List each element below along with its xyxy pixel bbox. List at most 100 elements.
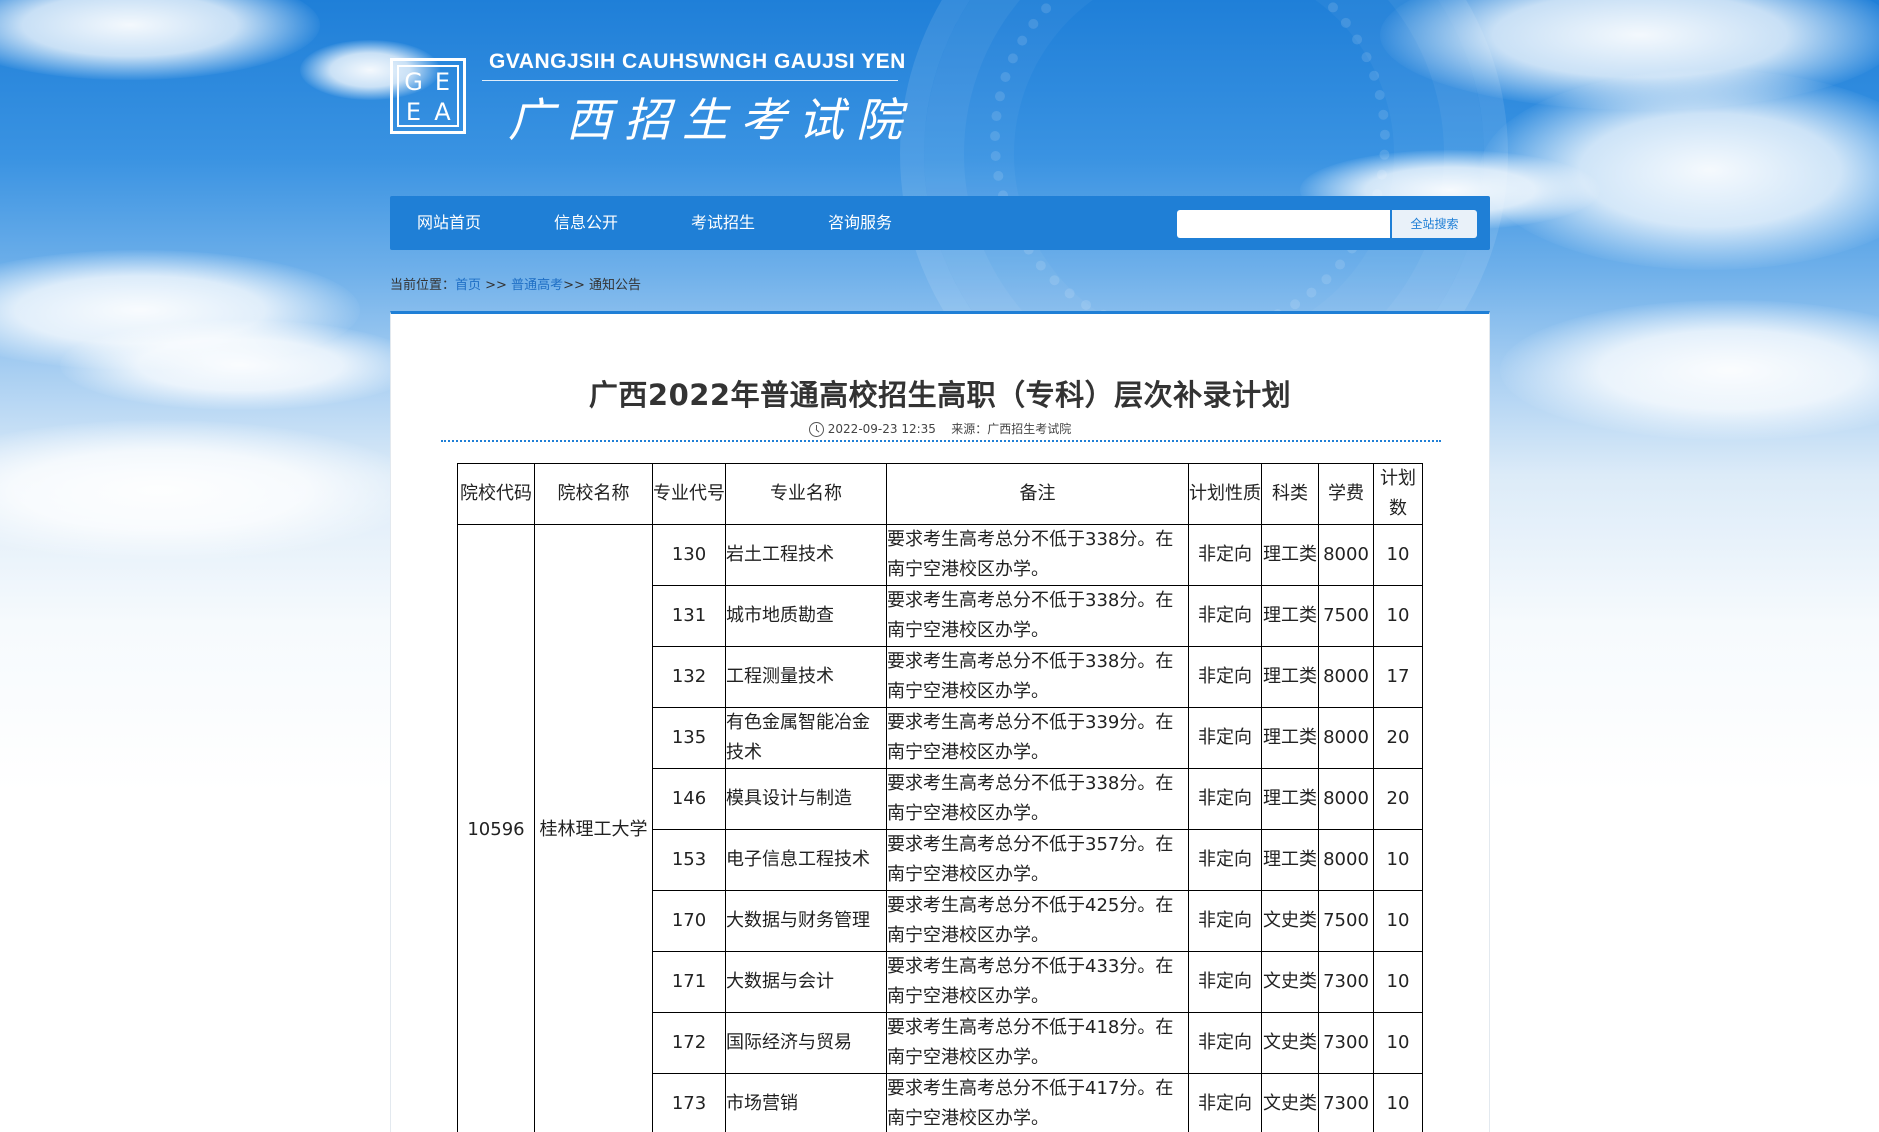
tuition-cell: 8000 bbox=[1318, 707, 1374, 769]
header-major-code: 专业代号 bbox=[652, 463, 726, 525]
article-title: 广西2022年普通高校招生高职（专科）层次补录计划 bbox=[588, 378, 1292, 412]
major-code-cell: 172 bbox=[652, 1012, 726, 1074]
category-cell: 理工类 bbox=[1261, 768, 1319, 830]
breadcrumb-separator: >> bbox=[481, 278, 512, 293]
tuition-cell: 7500 bbox=[1318, 890, 1374, 952]
major-code-cell: 173 bbox=[652, 1073, 726, 1132]
plan-count-cell: 20 bbox=[1373, 707, 1423, 769]
header-school-code: 院校代码 bbox=[457, 463, 535, 525]
school-name-cell: 桂林理工大学 bbox=[534, 524, 653, 1132]
category-cell: 理工类 bbox=[1261, 585, 1319, 647]
breadcrumb-home-link[interactable]: 首页 bbox=[455, 278, 481, 293]
school-code-cell: 10596 bbox=[457, 524, 535, 1132]
article-panel: 广西2022年普通高校招生高职（专科）层次补录计划 2022-09-23 12:… bbox=[390, 311, 1490, 1132]
major-name-cell: 有色金属智能冶金技术 bbox=[725, 707, 887, 769]
article-source: 来源：广西招生考试院 bbox=[951, 422, 1072, 436]
plan-nature-cell: 非定向 bbox=[1188, 646, 1262, 708]
major-code-cell: 135 bbox=[652, 707, 726, 769]
nav-info-disclosure[interactable]: 信息公开 bbox=[554, 196, 618, 250]
breadcrumb-prefix: 当前位置： bbox=[390, 278, 456, 293]
nav-consulting[interactable]: 咨询服务 bbox=[828, 196, 892, 250]
plan-count-cell: 10 bbox=[1373, 524, 1423, 586]
major-name-cell: 国际经济与贸易 bbox=[725, 1012, 887, 1074]
note-cell: 要求考生高考总分不低于417分。在南宁空港校区办学。 bbox=[886, 1073, 1189, 1132]
logo-letter: E bbox=[434, 68, 451, 96]
major-name-cell: 岩土工程技术 bbox=[725, 524, 887, 586]
clock-icon bbox=[808, 422, 824, 437]
tuition-cell: 8000 bbox=[1318, 768, 1374, 830]
nav-home[interactable]: 网站首页 bbox=[417, 196, 481, 250]
logo-letter: G bbox=[404, 68, 423, 96]
cloud bbox=[60, 320, 420, 410]
tuition-cell: 7300 bbox=[1318, 951, 1374, 1013]
plan-count-cell: 10 bbox=[1373, 890, 1423, 952]
breadcrumb-separator: >> bbox=[563, 278, 590, 293]
tuition-cell: 7300 bbox=[1318, 1073, 1374, 1132]
note-cell: 要求考生高考总分不低于338分。在南宁空港校区办学。 bbox=[886, 646, 1189, 708]
note-cell: 要求考生高考总分不低于339分。在南宁空港校区办学。 bbox=[886, 707, 1189, 769]
category-cell: 文史类 bbox=[1261, 890, 1319, 952]
site-logo[interactable]: G E E A bbox=[390, 58, 466, 134]
plan-nature-cell: 非定向 bbox=[1188, 890, 1262, 952]
table-row: 10596 桂林理工大学 130 岩土工程技术 要求考生高考总分不低于338分。… bbox=[457, 524, 1423, 1132]
major-name-cell: 大数据与财务管理 bbox=[725, 890, 887, 952]
category-cell: 理工类 bbox=[1261, 646, 1319, 708]
major-name-cell: 工程测量技术 bbox=[725, 646, 887, 708]
category-cell: 文史类 bbox=[1261, 951, 1319, 1013]
major-code-cell: 130 bbox=[652, 524, 726, 586]
cloud bbox=[0, 420, 420, 560]
nav-exam-enrollment[interactable]: 考试招生 bbox=[691, 196, 755, 250]
plan-count-cell: 10 bbox=[1373, 1012, 1423, 1074]
major-code-cell: 170 bbox=[652, 890, 726, 952]
cloud bbox=[1500, 300, 1879, 440]
breadcrumb-current: 通知公告 bbox=[589, 278, 642, 293]
tuition-cell: 8000 bbox=[1318, 646, 1374, 708]
logo-divider bbox=[482, 80, 898, 81]
search-button[interactable]: 全站搜索 bbox=[1392, 210, 1477, 238]
plan-nature-cell: 非定向 bbox=[1188, 585, 1262, 647]
plan-count-cell: 20 bbox=[1373, 768, 1423, 830]
category-cell: 理工类 bbox=[1261, 707, 1319, 769]
major-name-cell: 城市地质勘查 bbox=[725, 585, 887, 647]
major-code-cell: 153 bbox=[652, 829, 726, 891]
plan-count-cell: 10 bbox=[1373, 585, 1423, 647]
major-code-cell: 131 bbox=[652, 585, 726, 647]
category-cell: 理工类 bbox=[1261, 829, 1319, 891]
article-date: 2022-09-23 12:35 bbox=[827, 422, 936, 436]
search-input[interactable] bbox=[1177, 210, 1390, 238]
category-cell: 文史类 bbox=[1261, 1012, 1319, 1074]
header-category: 科类 bbox=[1261, 463, 1319, 525]
plan-nature-cell: 非定向 bbox=[1188, 829, 1262, 891]
tuition-cell: 8000 bbox=[1318, 524, 1374, 586]
plan-nature-cell: 非定向 bbox=[1188, 951, 1262, 1013]
major-name-cell: 市场营销 bbox=[725, 1073, 887, 1132]
plan-nature-cell: 非定向 bbox=[1188, 524, 1262, 586]
note-cell: 要求考生高考总分不低于338分。在南宁空港校区办学。 bbox=[886, 768, 1189, 830]
category-cell: 文史类 bbox=[1261, 1073, 1319, 1132]
tuition-cell: 7500 bbox=[1318, 585, 1374, 647]
tuition-cell: 7300 bbox=[1318, 1012, 1374, 1074]
site-name-cn: 广西招生考试院 bbox=[508, 93, 914, 147]
plan-count-cell: 17 bbox=[1373, 646, 1423, 708]
major-code-cell: 132 bbox=[652, 646, 726, 708]
note-cell: 要求考生高考总分不低于357分。在南宁空港校区办学。 bbox=[886, 829, 1189, 891]
title-divider bbox=[441, 440, 1441, 442]
cloud bbox=[0, 0, 320, 80]
header-tuition: 学费 bbox=[1318, 463, 1374, 525]
breadcrumb: 当前位置：首页 >> 普通高考>> 通知公告 bbox=[390, 274, 641, 293]
breadcrumb-section-link[interactable]: 普通高考 bbox=[511, 278, 563, 293]
note-cell: 要求考生高考总分不低于338分。在南宁空港校区办学。 bbox=[886, 585, 1189, 647]
logo-letter: E bbox=[405, 98, 422, 126]
table-header-row: 院校代码 院校名称 专业代号 专业名称 备注 计划性质 科类 学费 计划数 bbox=[457, 463, 1423, 525]
plan-nature-cell: 非定向 bbox=[1188, 1012, 1262, 1074]
plan-count-cell: 10 bbox=[1373, 951, 1423, 1013]
plan-nature-cell: 非定向 bbox=[1188, 768, 1262, 830]
header-major-name: 专业名称 bbox=[725, 463, 887, 525]
main-nav: 网站首页 信息公开 考试招生 咨询服务 全站搜索 bbox=[390, 196, 1490, 250]
header-plan-nature: 计划性质 bbox=[1188, 463, 1262, 525]
major-name-cell: 电子信息工程技术 bbox=[725, 829, 887, 891]
header-school-name: 院校名称 bbox=[534, 463, 653, 525]
major-code-cell: 171 bbox=[652, 951, 726, 1013]
plan-count-cell: 10 bbox=[1373, 1073, 1423, 1132]
category-cell: 理工类 bbox=[1261, 524, 1319, 586]
